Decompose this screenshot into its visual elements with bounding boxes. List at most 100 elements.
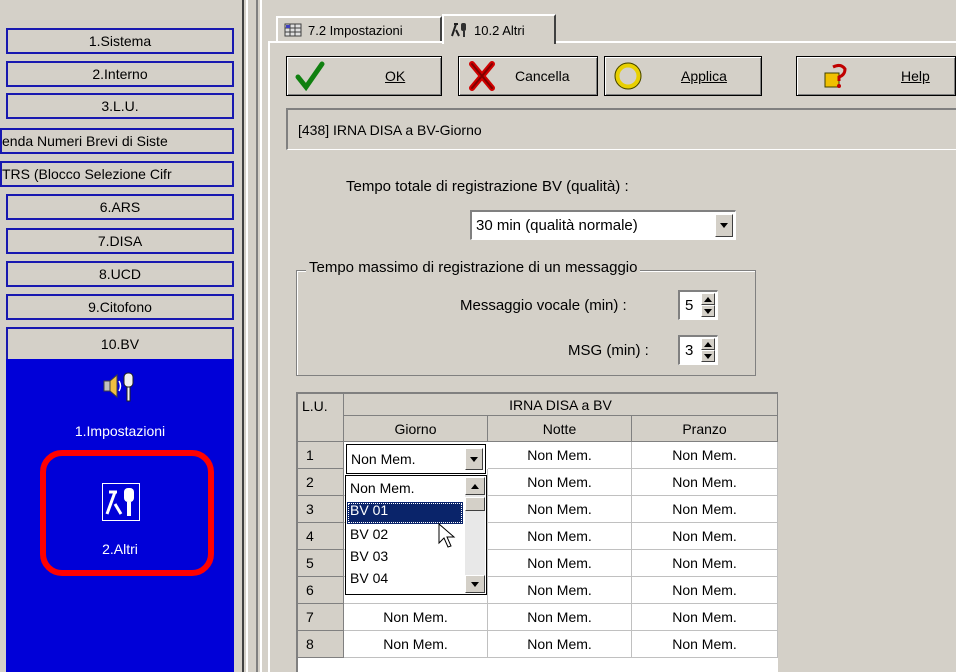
chevron-down-icon[interactable]	[465, 448, 483, 470]
sidebar-item-lu[interactable]: 3.L.U.	[6, 93, 234, 119]
ok-button[interactable]: OK	[286, 56, 442, 96]
cell-pranzo[interactable]: Non Mem.	[632, 604, 778, 631]
sidebar-item-disa[interactable]: 7.DISA	[6, 228, 234, 254]
scroll-up-icon[interactable]	[465, 477, 485, 495]
sidebar-item-label: 10.BV	[100, 336, 140, 352]
settings-grid-icon	[284, 23, 302, 37]
cancel-label: Cancella	[515, 68, 570, 84]
tab-label: 10.2 Altri	[474, 22, 525, 38]
sidebar-item-trs[interactable]: TRS (Blocco Selezione Cifr	[0, 161, 234, 187]
row-number: 6	[298, 577, 344, 604]
msg-spinner[interactable]: 3	[678, 335, 718, 365]
sidebar-item-bv[interactable]: 10.BV	[6, 327, 234, 359]
highlight-annotation	[40, 450, 214, 576]
scroll-thumb[interactable]	[465, 497, 485, 511]
dropdown-scrollbar[interactable]	[465, 477, 485, 593]
row-number: 2	[298, 469, 344, 496]
sidebar-item-label: 1.Sistema	[88, 33, 152, 49]
tools-mic-icon	[451, 23, 466, 37]
cell-giorno[interactable]: Non Mem.	[344, 631, 488, 658]
sidebar-item-ucd[interactable]: 8.UCD	[6, 261, 234, 287]
grid-header-giorno: Giorno	[344, 416, 488, 442]
grid-header-pranzo: Pranzo	[632, 416, 778, 442]
cell-giorno[interactable]: Non Mem.	[344, 604, 488, 631]
giorno-dropdown-list[interactable]: Non Mem. BV 01 BV 02 BV 03 BV 04	[345, 475, 487, 595]
spin-up-icon[interactable]	[701, 338, 715, 350]
sidebar-item-label: enda Numeri Brevi di Siste	[2, 133, 168, 149]
sidebar-item-label: TRS (Blocco Selezione Cifr	[2, 166, 172, 182]
help-button[interactable]: Help	[796, 56, 956, 96]
cell-notte[interactable]: Non Mem.	[488, 604, 632, 631]
row-number: 4	[298, 523, 344, 550]
x-icon	[469, 61, 495, 91]
row-number: 8	[298, 631, 344, 658]
grid-header-group: IRNA DISA a BV	[344, 394, 778, 416]
total-time-value: 30 min (qualità normale)	[476, 217, 638, 234]
ok-label: OK	[385, 68, 406, 84]
status-text: [438] IRNA DISA a BV-Giorno	[298, 122, 482, 138]
status-line: [438] IRNA DISA a BV-Giorno	[286, 108, 956, 150]
voice-value: 5	[685, 297, 694, 314]
msg-value: 3	[685, 342, 694, 359]
cell-pranzo[interactable]: Non Mem.	[632, 577, 778, 604]
sidebar-item-label: 2.Interno	[92, 66, 148, 82]
sidebar-item-interno[interactable]: 2.Interno	[6, 61, 234, 87]
help-label: Help	[901, 68, 930, 84]
dropdown-option[interactable]: Non Mem.	[347, 480, 465, 500]
cancel-button[interactable]: Cancella	[458, 56, 598, 96]
voice-label: Messaggio vocale (min) :	[460, 297, 627, 314]
dropdown-option[interactable]: BV 03	[347, 548, 465, 568]
cell-notte[interactable]: Non Mem.	[488, 523, 632, 550]
cell-pranzo[interactable]: Non Mem.	[632, 631, 778, 658]
panel-label-impostazioni[interactable]: 1.Impostazioni	[6, 423, 234, 439]
dropdown-option-selected[interactable]: BV 01	[347, 502, 463, 524]
sidebar-item-label: 6.ARS	[99, 199, 141, 215]
cell-notte[interactable]: Non Mem.	[488, 550, 632, 577]
mouse-cursor-icon	[438, 523, 456, 548]
voice-spinner[interactable]: 5	[678, 290, 718, 320]
row-number: 5	[298, 550, 344, 577]
circle-icon	[614, 62, 642, 90]
sidebar-item-citofono[interactable]: 9.Citofono	[6, 294, 234, 320]
sidebar-item-sistema[interactable]: 1.Sistema	[6, 28, 234, 54]
sidebar-item-label: 7.DISA	[97, 233, 143, 249]
dropdown-option[interactable]: BV 04	[347, 570, 465, 590]
tab-label: 7.2 Impostazioni	[308, 22, 403, 38]
total-time-select[interactable]: 30 min (qualità normale)	[470, 210, 736, 240]
apply-button[interactable]: Applica	[604, 56, 762, 96]
sidebar-item-ars[interactable]: 6.ARS	[6, 194, 234, 220]
row-number: 3	[298, 496, 344, 523]
sidebar-item-label: 3.L.U.	[101, 98, 139, 114]
chevron-down-icon[interactable]	[715, 214, 733, 237]
apply-label: Applica	[681, 68, 727, 84]
tab-impostazioni[interactable]: 7.2 Impostazioni	[276, 16, 442, 42]
total-time-label: Tempo totale di registrazione BV (qualit…	[346, 178, 629, 195]
sidebar-item-numeri-brevi[interactable]: enda Numeri Brevi di Siste	[0, 128, 234, 154]
help-icon	[824, 63, 847, 88]
tab-altri[interactable]: 10.2 Altri	[442, 14, 556, 44]
giorno-select-value: Non Mem.	[351, 451, 416, 467]
cell-notte[interactable]: Non Mem.	[488, 631, 632, 658]
sidebar-item-label: 8.UCD	[98, 266, 141, 282]
giorno-select-row1[interactable]: Non Mem.	[346, 444, 486, 474]
cell-pranzo[interactable]: Non Mem.	[632, 469, 778, 496]
cell-pranzo[interactable]: Non Mem.	[632, 442, 778, 469]
checkmark-icon	[295, 61, 325, 91]
cell-pranzo[interactable]: Non Mem.	[632, 523, 778, 550]
grid-header-notte: Notte	[488, 416, 632, 442]
cell-notte[interactable]: Non Mem.	[488, 577, 632, 604]
cell-notte[interactable]: Non Mem.	[488, 442, 632, 469]
cell-notte[interactable]: Non Mem.	[488, 469, 632, 496]
scroll-down-icon[interactable]	[465, 575, 485, 593]
splitter[interactable]	[242, 0, 264, 672]
cell-pranzo[interactable]: Non Mem.	[632, 550, 778, 577]
spin-down-icon[interactable]	[701, 350, 715, 362]
speaker-mic-icon[interactable]	[102, 369, 138, 405]
spin-down-icon[interactable]	[701, 305, 715, 317]
cell-pranzo[interactable]: Non Mem.	[632, 496, 778, 523]
spin-up-icon[interactable]	[701, 293, 715, 305]
row-number: 7	[298, 604, 344, 631]
msg-label: MSG (min) :	[568, 342, 649, 359]
cell-notte[interactable]: Non Mem.	[488, 496, 632, 523]
grid-header-lu: L.U.	[298, 394, 344, 442]
